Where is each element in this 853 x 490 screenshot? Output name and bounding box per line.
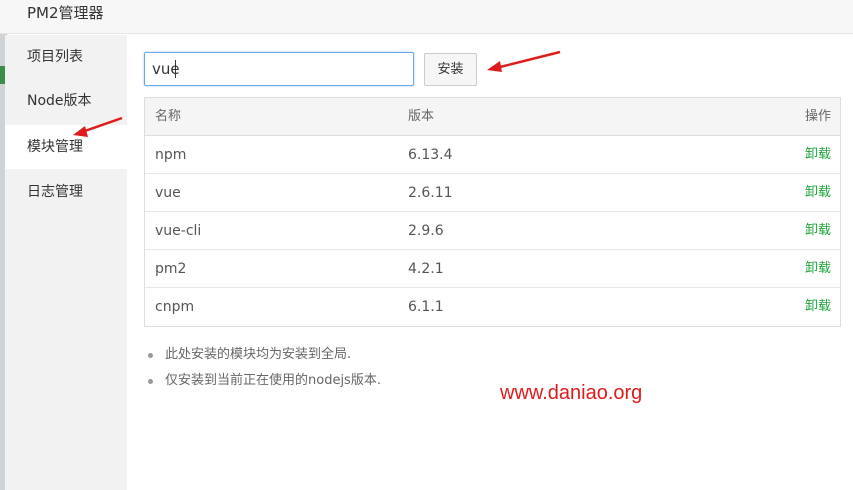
bullet-icon <box>148 379 153 384</box>
sidebar: 项目列表 Node版本 模块管理 日志管理 <box>5 35 127 490</box>
module-version: 6.1.1 <box>408 299 444 315</box>
uninstall-link[interactable]: 卸载 <box>805 212 831 250</box>
window-title: PM2管理器 <box>27 4 104 22</box>
sidebar-item-label: 项目列表 <box>27 49 83 65</box>
module-table: 名称 版本 操作 npm 6.13.4 卸载 vue 2.6.11 卸载 vue… <box>144 97 841 327</box>
text-cursor <box>175 60 176 78</box>
module-name: npm <box>155 147 187 163</box>
module-version: 4.2.1 <box>408 261 444 277</box>
column-header-action: 操作 <box>804 109 831 124</box>
module-name: vue-cli <box>155 223 202 239</box>
table-row: vue-cli 2.9.6 卸载 <box>145 212 840 250</box>
module-name: vue <box>155 185 181 201</box>
watermark-text: www.daniao.org <box>500 382 643 404</box>
sidebar-item-log-management[interactable]: 日志管理 <box>5 170 127 214</box>
help-note-text: 此处安装的模块均为安装到全局. <box>165 347 352 362</box>
sidebar-item-project-list[interactable]: 项目列表 <box>5 35 127 79</box>
sidebar-item-label: 模块管理 <box>27 139 83 155</box>
column-header-name: 名称 <box>155 109 182 124</box>
table-row: npm 6.13.4 卸载 <box>145 136 840 174</box>
bullet-icon <box>148 353 153 358</box>
column-header-version: 版本 <box>408 109 435 124</box>
help-notes: 此处安装的模块均为安装到全局. 仅安装到当前正在使用的nodejs版本. <box>145 345 545 397</box>
module-name: cnpm <box>155 299 195 315</box>
table-row: vue 2.6.11 卸载 <box>145 174 840 212</box>
module-version: 2.6.11 <box>408 185 453 201</box>
table-row: cnpm 6.1.1 卸载 <box>145 288 840 326</box>
uninstall-link[interactable]: 卸载 <box>805 250 831 288</box>
help-note: 仅安装到当前正在使用的nodejs版本. <box>145 371 545 397</box>
sidebar-item-label: 日志管理 <box>27 184 83 200</box>
uninstall-link[interactable]: 卸载 <box>805 174 831 212</box>
help-note: 此处安装的模块均为安装到全局. <box>145 345 545 371</box>
pm2-manager-window: PM2管理器 项目列表 Node版本 模块管理 日志管理 安装 名称 版本 操作… <box>0 0 853 490</box>
uninstall-link[interactable]: 卸载 <box>805 136 831 174</box>
sidebar-item-label: Node版本 <box>27 93 92 109</box>
help-note-text: 仅安装到当前正在使用的nodejs版本. <box>165 373 381 388</box>
module-search-input[interactable] <box>144 52 414 86</box>
module-version: 2.9.6 <box>408 223 444 239</box>
module-name: pm2 <box>155 261 187 277</box>
module-version: 6.13.4 <box>408 147 453 163</box>
title-bar: PM2管理器 <box>0 0 853 34</box>
sidebar-item-module-management[interactable]: 模块管理 <box>5 125 127 169</box>
table-header: 名称 版本 操作 <box>145 98 840 136</box>
uninstall-link[interactable]: 卸载 <box>805 288 831 326</box>
install-button[interactable]: 安装 <box>424 53 477 86</box>
table-row: pm2 4.2.1 卸载 <box>145 250 840 288</box>
sidebar-item-node-version[interactable]: Node版本 <box>5 79 127 123</box>
